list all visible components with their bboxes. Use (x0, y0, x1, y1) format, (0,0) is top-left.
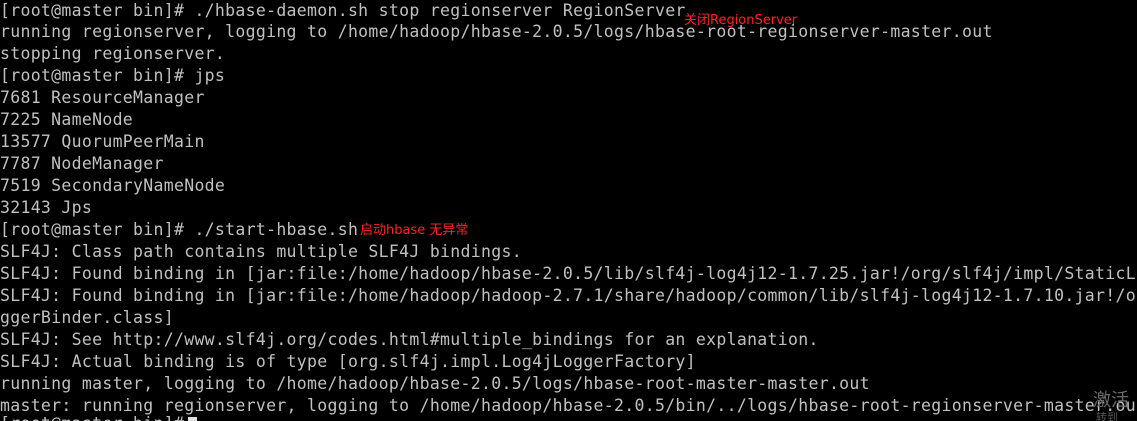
activation-watermark-sub: 转到 (1096, 411, 1118, 421)
terminal-line: [root@master bin]# ./hbase-daemon.sh sto… (0, 1, 686, 20)
terminal-line: ggerBinder.class] (0, 308, 174, 327)
terminal-prompt-line[interactable]: [root@master bin]# (0, 413, 194, 421)
activation-watermark: 激活 (1093, 390, 1129, 411)
annotation-stop-regionserver: 关闭RegionServer (684, 13, 798, 28)
terminal-line: SLF4J: Class path contains multiple SLF4… (0, 242, 522, 261)
terminal-window[interactable]: [root@master bin]# ./hbase-daemon.sh sto… (0, 0, 1137, 421)
terminal-line: 7787 NodeManager (0, 154, 164, 173)
terminal-line: 7225 NameNode (0, 110, 134, 129)
terminal-line: SLF4J: Found binding in [jar:file:/home/… (0, 264, 1137, 283)
terminal-line: [root@master bin]# jps (0, 66, 226, 85)
terminal-line: SLF4J: Found binding in [jar:file:/home/… (0, 286, 1137, 305)
terminal-line: SLF4J: See http://www.slf4j.org/codes.ht… (0, 330, 819, 349)
terminal-line: [root@master bin]# ./start-hbase.sh (0, 220, 359, 239)
annotation-start-hbase: 启动hbase 无异常 (360, 223, 469, 238)
terminal-cursor (188, 417, 197, 421)
terminal-line: 7519 SecondaryNameNode (0, 176, 226, 195)
terminal-line: running regionserver, logging to /home/h… (0, 22, 993, 41)
terminal-line: SLF4J: Actual binding is of type [org.sl… (0, 352, 696, 371)
terminal-line: running master, logging to /home/hadoop/… (0, 374, 870, 393)
terminal-line: 7681 ResourceManager (0, 88, 205, 107)
terminal-line: 32143 Jps (0, 198, 93, 217)
terminal-line: stopping regionserver. (0, 44, 226, 63)
terminal-line: 13577 QuorumPeerMain (0, 132, 205, 151)
